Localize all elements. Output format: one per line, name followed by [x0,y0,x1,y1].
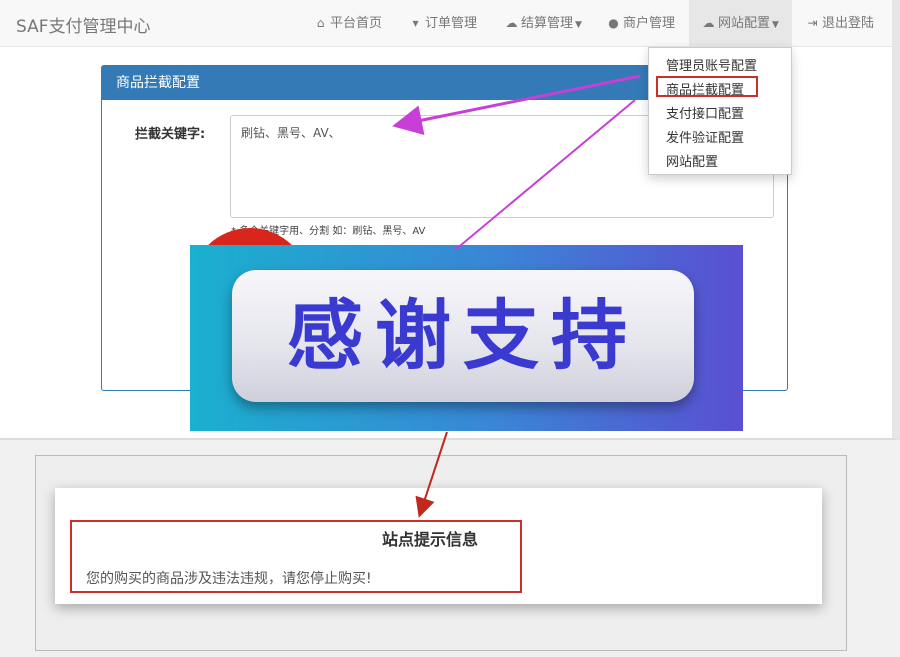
home-icon: ⌂ [316,16,325,30]
caret-down-icon: ▼ [575,20,582,30]
nav-home[interactable]: ⌂ 平台首页 [314,0,382,47]
brand-title[interactable]: SAF支付管理中心 [16,12,151,37]
nav-orders[interactable]: ▾ 订单管理 [409,0,477,47]
nav-merchants[interactable]: ● 商户管理 [607,0,675,47]
thanks-banner: 感谢支持 [190,245,743,431]
user-icon: ● [608,16,619,30]
dropdown-item-mail-verify[interactable]: 发件验证配置 [666,127,744,146]
nav-logout[interactable]: ⇥ 退出登陆 [806,0,874,47]
cart-icon: ▾ [412,16,419,30]
nav-site-config[interactable]: ☁ 网站配置 ▼ [689,0,792,47]
site-config-dropdown: 管理员账号配置 商品拦截配置 支付接口配置 发件验证配置 网站配置 [648,47,792,175]
logout-icon: ⇥ [807,16,818,30]
banner-text: 感谢支持 [287,291,639,380]
dropdown-highlight-box [656,76,758,97]
dropdown-item-payment-api[interactable]: 支付接口配置 [666,103,744,122]
nav-settlement[interactable]: ☁ 结算管理 ▼ [505,0,582,47]
cloud-icon: ☁ [702,16,715,30]
banner-plate: 感谢支持 [232,270,694,402]
cloud-icon: ☁ [505,16,518,30]
notice-title: 站点提示信息 [382,530,479,549]
keyword-label: 拦截关键字: [135,127,206,142]
dropdown-item-admin-account[interactable]: 管理员账号配置 [666,55,757,74]
caret-down-icon: ▼ [772,20,779,30]
notice-message: 您的购买的商品涉及违法违规，请您停止购买! [86,571,372,587]
navbar: SAF支付管理中心 ⌂ 平台首页 ▾ 订单管理 ☁ 结算管理 ▼ ● 商户管理 ☁ 网站配置… [0,0,892,47]
dropdown-item-site-config[interactable]: 网站配置 [666,151,718,170]
